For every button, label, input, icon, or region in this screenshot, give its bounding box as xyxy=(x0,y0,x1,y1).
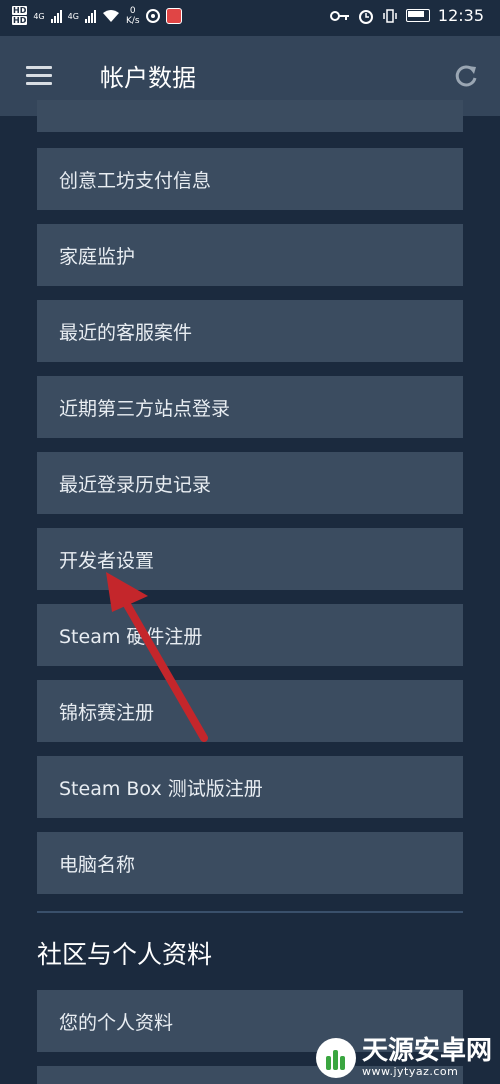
page-title: 帐户数据 xyxy=(100,64,196,92)
vibrate-icon xyxy=(383,8,397,23)
list-item-steam-box-beta[interactable]: Steam Box 测试版注册 xyxy=(37,756,463,818)
app-badge-icon xyxy=(165,8,182,24)
list-item-developer-settings[interactable]: 开发者设置 xyxy=(37,528,463,590)
list-item-third-party-logins[interactable]: 近期第三方站点登录 xyxy=(37,376,463,438)
watermark-name: 天源安卓网 xyxy=(361,1036,492,1066)
list-item-hardware-registration[interactable]: Steam 硬件注册 xyxy=(37,604,463,666)
alarm-icon xyxy=(358,9,373,24)
section-divider xyxy=(37,911,463,913)
app-notification-icon xyxy=(145,9,160,23)
list-item-computer-name[interactable]: 电脑名称 xyxy=(37,832,463,894)
hamburger-icon[interactable] xyxy=(26,66,52,86)
watermark-url: www.jytyaz.com xyxy=(361,1065,459,1078)
list-item-family-view[interactable]: 家庭监护 xyxy=(37,224,463,286)
clock: 12:35 xyxy=(437,6,484,25)
list-item-workshop-payment[interactable]: 创意工坊支付信息 xyxy=(37,148,463,210)
key-icon xyxy=(329,10,349,21)
list-item-login-history[interactable]: 最近登录历史记录 xyxy=(37,452,463,514)
network-type-2: 4G xyxy=(67,11,79,21)
signal-icon xyxy=(50,9,62,23)
watermark: 天源安卓网 www.jytyaz.com xyxy=(315,1036,492,1078)
hd-indicator: HD HD xyxy=(12,6,28,25)
signal-icon-2 xyxy=(84,9,96,23)
network-speed: 0 K/s xyxy=(125,6,140,26)
refresh-icon[interactable] xyxy=(452,62,480,90)
wifi-icon xyxy=(102,10,119,22)
network-type-1: 4G xyxy=(33,11,45,21)
list-item-tournament-registration[interactable]: 锦标赛注册 xyxy=(37,680,463,742)
status-bar: HD HD 4G 4G 0 K/s 12:35 xyxy=(0,0,500,36)
battery-icon xyxy=(405,9,430,22)
watermark-logo-icon xyxy=(315,1037,356,1078)
section-title: 社区与个人资料 xyxy=(37,940,213,969)
list-item-support-cases[interactable]: 最近的客服案件 xyxy=(37,300,463,362)
list-item-partial[interactable] xyxy=(37,100,463,132)
